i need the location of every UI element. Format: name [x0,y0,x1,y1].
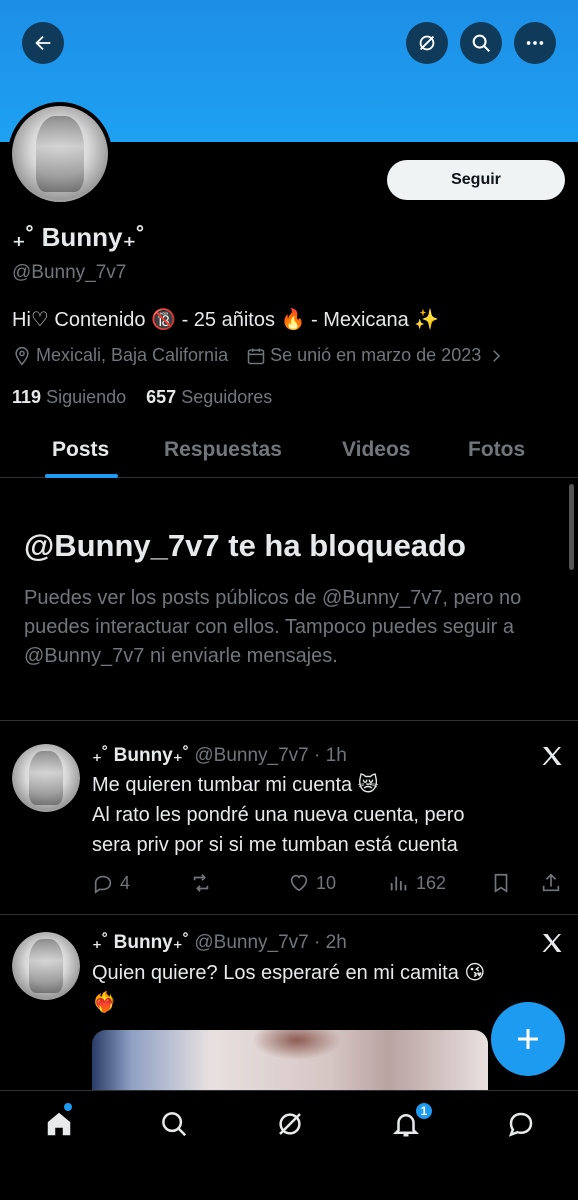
tweet-text-line: sera priv por si si me tumban está cuent… [92,834,458,856]
grok-icon [419,35,435,51]
share-icon [542,873,560,892]
tweet-time: · 2h [314,932,347,953]
tweet-author-name[interactable]: ₊˚ Bunny₊˚ [92,932,189,953]
search-icon [472,34,490,52]
share-button[interactable] [540,872,568,894]
nav-search[interactable] [157,1107,191,1141]
location-icon [15,346,29,365]
tweet-text-line: ❤️‍🔥 [92,992,117,1014]
nav-home[interactable] [42,1107,76,1141]
bookmark-icon [494,873,508,893]
divider [0,914,578,915]
followers-count: 657 [146,387,177,407]
avatar-image [12,106,108,202]
back-button[interactable] [22,22,64,64]
views-count: 162 [416,872,447,893]
search-button[interactable] [460,22,502,64]
reply-icon [94,875,112,894]
display-name: ₊˚ Bunny₊˚ [12,222,145,252]
bottom-navigation: 1 [0,1090,578,1200]
following-count: 119 [12,387,42,407]
following-link[interactable]: 119 Siguiendo [12,387,126,407]
tweet-actions: 4 10 162 [92,872,572,898]
location-text: Mexicali, Baja California [36,345,229,365]
retweet-button[interactable] [190,872,218,894]
tweet-avatar[interactable] [12,744,80,812]
tweet-text: Quien quiere? Los esperaré en mi camita … [92,958,542,1018]
tweet-author-handle[interactable]: @Bunny_7v7 [194,932,308,953]
profile-handle: @Bunny_7v7 [12,262,127,283]
x-logo-icon [542,934,562,952]
nav-grok[interactable] [273,1107,307,1141]
tweet-author-handle[interactable]: @Bunny_7v7 [194,745,308,766]
blocked-title: @Bunny_7v7 te ha bloqueado [24,528,466,563]
x-logo-icon [542,747,562,765]
tab-videos[interactable]: Videos [342,438,410,462]
search-icon [162,1112,187,1137]
tweet-time: · 1h [314,745,347,766]
bookmark-button[interactable] [490,872,518,894]
follow-counts: 119 Siguiendo 657 Seguidores [12,387,272,408]
more-button[interactable] [514,22,556,64]
tweet-header: ₊˚ Bunny₊˚ @Bunny_7v7 · 2h [92,931,347,954]
plus-icon [518,1029,538,1049]
active-tab-indicator [45,474,118,478]
followers-label: Seguidores [181,387,273,407]
nav-messages[interactable] [504,1107,538,1141]
compose-button[interactable] [491,1002,565,1076]
notifications-badge: 1 [414,1101,434,1121]
tweet-text-line: Me quieren tumbar mi cuenta 😿 [92,774,379,796]
avatar-image [12,744,80,812]
scrollbar[interactable] [569,484,574,570]
follow-button[interactable]: Seguir [387,160,565,200]
tweet-media-image[interactable] [92,1030,488,1090]
followers-link[interactable]: 657 Seguidores [146,387,272,407]
like-count: 10 [316,872,337,893]
home-new-dot [64,1103,72,1111]
grok-icon [279,1113,301,1135]
tab-posts[interactable]: Posts [52,438,109,462]
avatar-image [12,932,80,1000]
more-icon [526,41,544,45]
views-icon [390,876,407,891]
tweet-avatar[interactable] [12,932,80,1000]
profile-bio: Hi♡ Contenido 🔞 - 25 añitos 🔥 - Mexicana… [12,309,440,331]
joined-text: Se unió en marzo de 2023 [270,345,482,365]
tweet-text-line: Al rato les pondré una nueva cuenta, per… [92,804,465,826]
tab-fotos[interactable]: Fotos [468,438,525,462]
divider [0,720,578,721]
tweet-header: ₊˚ Bunny₊˚ @Bunny_7v7 · 1h [92,744,347,767]
chevron-right-icon[interactable] [487,347,505,365]
profile-avatar[interactable] [8,102,112,206]
blocked-message: Puedes ver los posts públicos de @Bunny_… [24,587,522,667]
tweet-author-name[interactable]: ₊˚ Bunny₊˚ [92,745,189,766]
chat-bubble-icon [508,1112,533,1137]
profile-meta: Mexicali, Baja California Se unió en mar… [12,345,509,366]
tweet-text: Me quieren tumbar mi cuenta 😿 Al rato le… [92,770,542,860]
reply-count: 4 [120,872,131,893]
tweet-text-line: Quien quiere? Los esperaré en mi camita … [92,962,486,984]
like-button[interactable]: 10 [288,872,336,894]
calendar-icon [247,348,265,364]
grok-button[interactable] [406,22,448,64]
tab-respuestas[interactable]: Respuestas [164,438,282,462]
back-arrow-icon [35,35,51,51]
following-label: Siguiendo [46,387,127,407]
views-button[interactable]: 162 [388,872,446,894]
home-icon [47,1112,71,1136]
retweet-icon [193,874,209,892]
profile-tabs: Posts Respuestas Videos Fotos [0,428,578,478]
heart-icon [290,874,308,892]
reply-button[interactable]: 4 [92,872,130,894]
